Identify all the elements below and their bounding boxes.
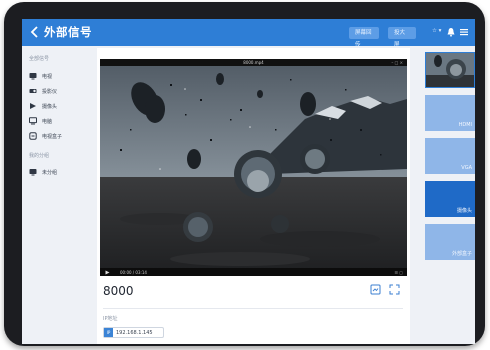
video-right-controls[interactable]: ☰ ▢ <box>394 270 403 275</box>
notification-icon[interactable] <box>446 27 456 37</box>
video-time: 00:00 / 03:14 <box>120 270 147 275</box>
sidebar-item-label: 电视盒子 <box>42 133 63 140</box>
camera-icon <box>30 103 36 109</box>
computer-icon <box>29 117 37 125</box>
sidebar: 全部信号 电视 投影仪 摄像头 电脑 电视盒子 我的分组 未分组 <box>22 46 94 344</box>
sidebar-item-label: 摄像头 <box>42 103 58 110</box>
sidebar-item-tv[interactable]: 电视 <box>29 71 89 81</box>
sidebar-item-label: 电视 <box>42 73 53 80</box>
back-arrow-icon[interactable] <box>29 25 41 39</box>
video-title-bar: 8000.mp4 – □ × <box>100 59 407 66</box>
tv-icon <box>29 73 37 80</box>
ip-field-label: IP地址 <box>103 316 118 322</box>
screenshot-icon[interactable] <box>370 284 381 295</box>
thumbnail-preview-image <box>426 53 474 87</box>
thumbnail-label: 外部盒子 <box>451 251 472 257</box>
signal-thumbnail-list: HDMI VGA 摄像头 外部盒子 <box>421 48 475 344</box>
video-window-controls[interactable]: – □ × <box>391 60 403 65</box>
user-menu[interactable]: ☆ ▾ <box>432 28 441 34</box>
play-icon[interactable] <box>105 270 110 275</box>
set-top-box-icon <box>29 132 37 140</box>
screen: 外部信号 屏幕回传 投大屏 ☆ ▾ 全部信号 电视 投影仪 摄像头 电脑 电视盒… <box>22 19 475 344</box>
ip-address-value: 192.168.1.145 <box>116 330 153 336</box>
video-title: 8000.mp4 <box>243 60 264 65</box>
thumbnail-current[interactable] <box>425 52 475 88</box>
cast-to-screen-button[interactable]: 投大屏 <box>388 27 416 48</box>
sidebar-item-camera[interactable]: 摄像头 <box>29 101 89 111</box>
thumbnail-vga[interactable]: VGA <box>425 138 475 174</box>
sidebar-item-set-top-box[interactable]: 电视盒子 <box>29 131 89 141</box>
thumbnail-label: 摄像头 <box>456 208 472 214</box>
video-control-bar: 00:00 / 03:14 ☰ ▢ <box>100 268 407 276</box>
sidebar-item-projector[interactable]: 投影仪 <box>29 86 89 96</box>
sidebar-item-label: 投影仪 <box>42 88 58 95</box>
sidebar-section-all-signals: 全部信号 <box>29 56 50 62</box>
video-player[interactable]: 8000.mp4 – □ × 00:00 / 03:14 ☰ ▢ <box>100 59 407 276</box>
sidebar-item-ungrouped[interactable]: 未分组 <box>29 167 89 177</box>
video-frame <box>100 59 407 276</box>
ip-tag: IP <box>104 328 113 337</box>
page-title: 外部信号 <box>44 25 92 39</box>
sidebar-item-label: 未分组 <box>42 169 58 176</box>
thumbnail-external-box[interactable]: 外部盒子 <box>425 224 475 260</box>
thumbnail-camera[interactable]: 摄像头 <box>425 181 475 217</box>
group-icon <box>29 169 37 176</box>
projector-icon <box>29 89 37 93</box>
sidebar-section-my-groups: 我的分组 <box>29 153 50 159</box>
screen-return-button[interactable]: 屏幕回传 <box>349 27 379 48</box>
thumbnail-label: HDMI <box>458 122 472 128</box>
main-panel: 8000.mp4 – □ × 00:00 / 03:14 ☰ ▢ 8000 IP… <box>97 48 410 344</box>
divider <box>103 308 403 309</box>
thumbnail-hdmi[interactable]: HDMI <box>425 95 475 131</box>
thumbnail-label: VGA <box>461 165 472 171</box>
channel-number: 8000 <box>103 284 134 298</box>
ip-address-field[interactable]: IP 192.168.1.145 <box>103 327 164 338</box>
top-bar: 外部信号 屏幕回传 投大屏 ☆ ▾ <box>22 19 475 48</box>
sidebar-item-computer[interactable]: 电脑 <box>29 116 89 126</box>
fullscreen-icon[interactable] <box>389 284 400 295</box>
tablet-frame: 外部信号 屏幕回传 投大屏 ☆ ▾ 全部信号 电视 投影仪 摄像头 电脑 电视盒… <box>4 2 485 346</box>
menu-icon[interactable] <box>459 27 469 37</box>
sidebar-item-label: 电脑 <box>42 118 53 125</box>
